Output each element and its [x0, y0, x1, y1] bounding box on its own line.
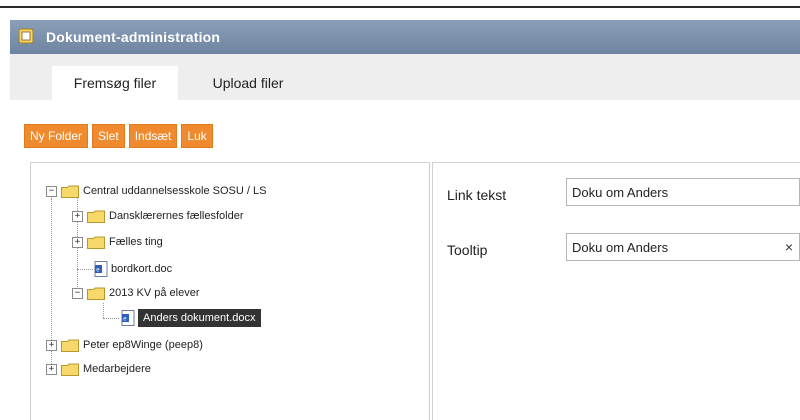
folder-icon: [87, 210, 105, 223]
expand-toggle-icon[interactable]: +: [46, 363, 57, 375]
tab-upload-files-label: Upload filer: [212, 75, 284, 91]
tree-node-label: Fælles ting: [109, 236, 163, 248]
paste-button[interactable]: Indsæt: [128, 124, 178, 148]
window-icon: [18, 28, 34, 44]
collapse-toggle-icon[interactable]: −: [72, 287, 83, 299]
tab-search-files[interactable]: Fremsøg filer: [52, 66, 178, 100]
collapse-toggle-icon[interactable]: −: [46, 185, 57, 197]
tree-connector: [77, 269, 93, 270]
tree-node-root[interactable]: − Central uddannelsesskole SOSU / LS: [46, 182, 266, 200]
tree-node-folder[interactable]: + Fælles ting: [72, 233, 163, 251]
tooltip-label: Tooltip: [447, 242, 488, 258]
new-folder-button[interactable]: Ny Folder: [24, 124, 89, 148]
folder-icon: [61, 185, 79, 198]
tree-node-label: Peter ep8Winge (peep8): [83, 339, 203, 351]
folder-icon: [87, 236, 105, 249]
clear-icon[interactable]: ×: [785, 239, 793, 255]
word-document-icon: e: [94, 261, 108, 277]
tree-node-label: Central uddannelsesskole SOSU / LS: [83, 185, 267, 197]
window-titlebar: Dokument-administration: [10, 20, 800, 54]
link-text-label: Link tekst: [447, 187, 507, 203]
tree-node-label: Anders dokument.docx: [138, 309, 261, 327]
link-text-value: Doku om Anders: [572, 184, 669, 200]
tree-node-label: Medarbejdere: [83, 363, 151, 375]
tree-node-folder[interactable]: + Medarbejdere: [46, 360, 151, 378]
delete-button[interactable]: Slet: [92, 124, 125, 148]
tree-node-label: bordkort.doc: [111, 263, 173, 275]
folder-icon: [61, 339, 79, 352]
tree-node-folder[interactable]: − 2013 KV på elever: [72, 284, 200, 302]
word-document-icon: e: [121, 310, 135, 326]
tooltip-value: Doku om Anders: [572, 239, 669, 255]
tree-node-label: 2013 KV på elever: [109, 287, 200, 299]
tree-connector: [103, 303, 104, 318]
toolbar: Ny Folder Slet Indsæt Luk: [24, 124, 217, 148]
tree-node-document-selected[interactable]: e Anders dokument.docx: [121, 309, 261, 327]
tree-node-document[interactable]: e bordkort.doc: [94, 260, 172, 278]
tooltip-field[interactable]: Doku om Anders ×: [566, 233, 800, 261]
tab-search-files-label: Fremsøg filer: [73, 75, 157, 91]
close-button[interactable]: Luk: [181, 124, 213, 148]
tree-node-label: Dansklærernes fællesfolder: [109, 210, 244, 222]
link-text-field[interactable]: Doku om Anders: [566, 178, 800, 206]
expand-toggle-icon[interactable]: +: [72, 236, 83, 248]
tree-node-folder[interactable]: + Peter ep8Winge (peep8): [46, 336, 203, 354]
folder-icon: [87, 287, 105, 300]
folder-icon: [61, 363, 79, 376]
tab-upload-files[interactable]: Upload filer: [190, 66, 306, 100]
folder-tree-panel: − Central uddannelsesskole SOSU / LS + D…: [30, 162, 430, 420]
expand-toggle-icon[interactable]: +: [72, 210, 83, 222]
tree-connector: [103, 318, 119, 319]
top-border: [0, 6, 800, 8]
window-title: Dokument-administration: [46, 29, 221, 45]
expand-toggle-icon[interactable]: +: [46, 339, 57, 351]
tree-node-folder[interactable]: + Dansklærernes fællesfolder: [72, 207, 244, 225]
tab-bar: Fremsøg filer Upload filer: [10, 54, 800, 100]
